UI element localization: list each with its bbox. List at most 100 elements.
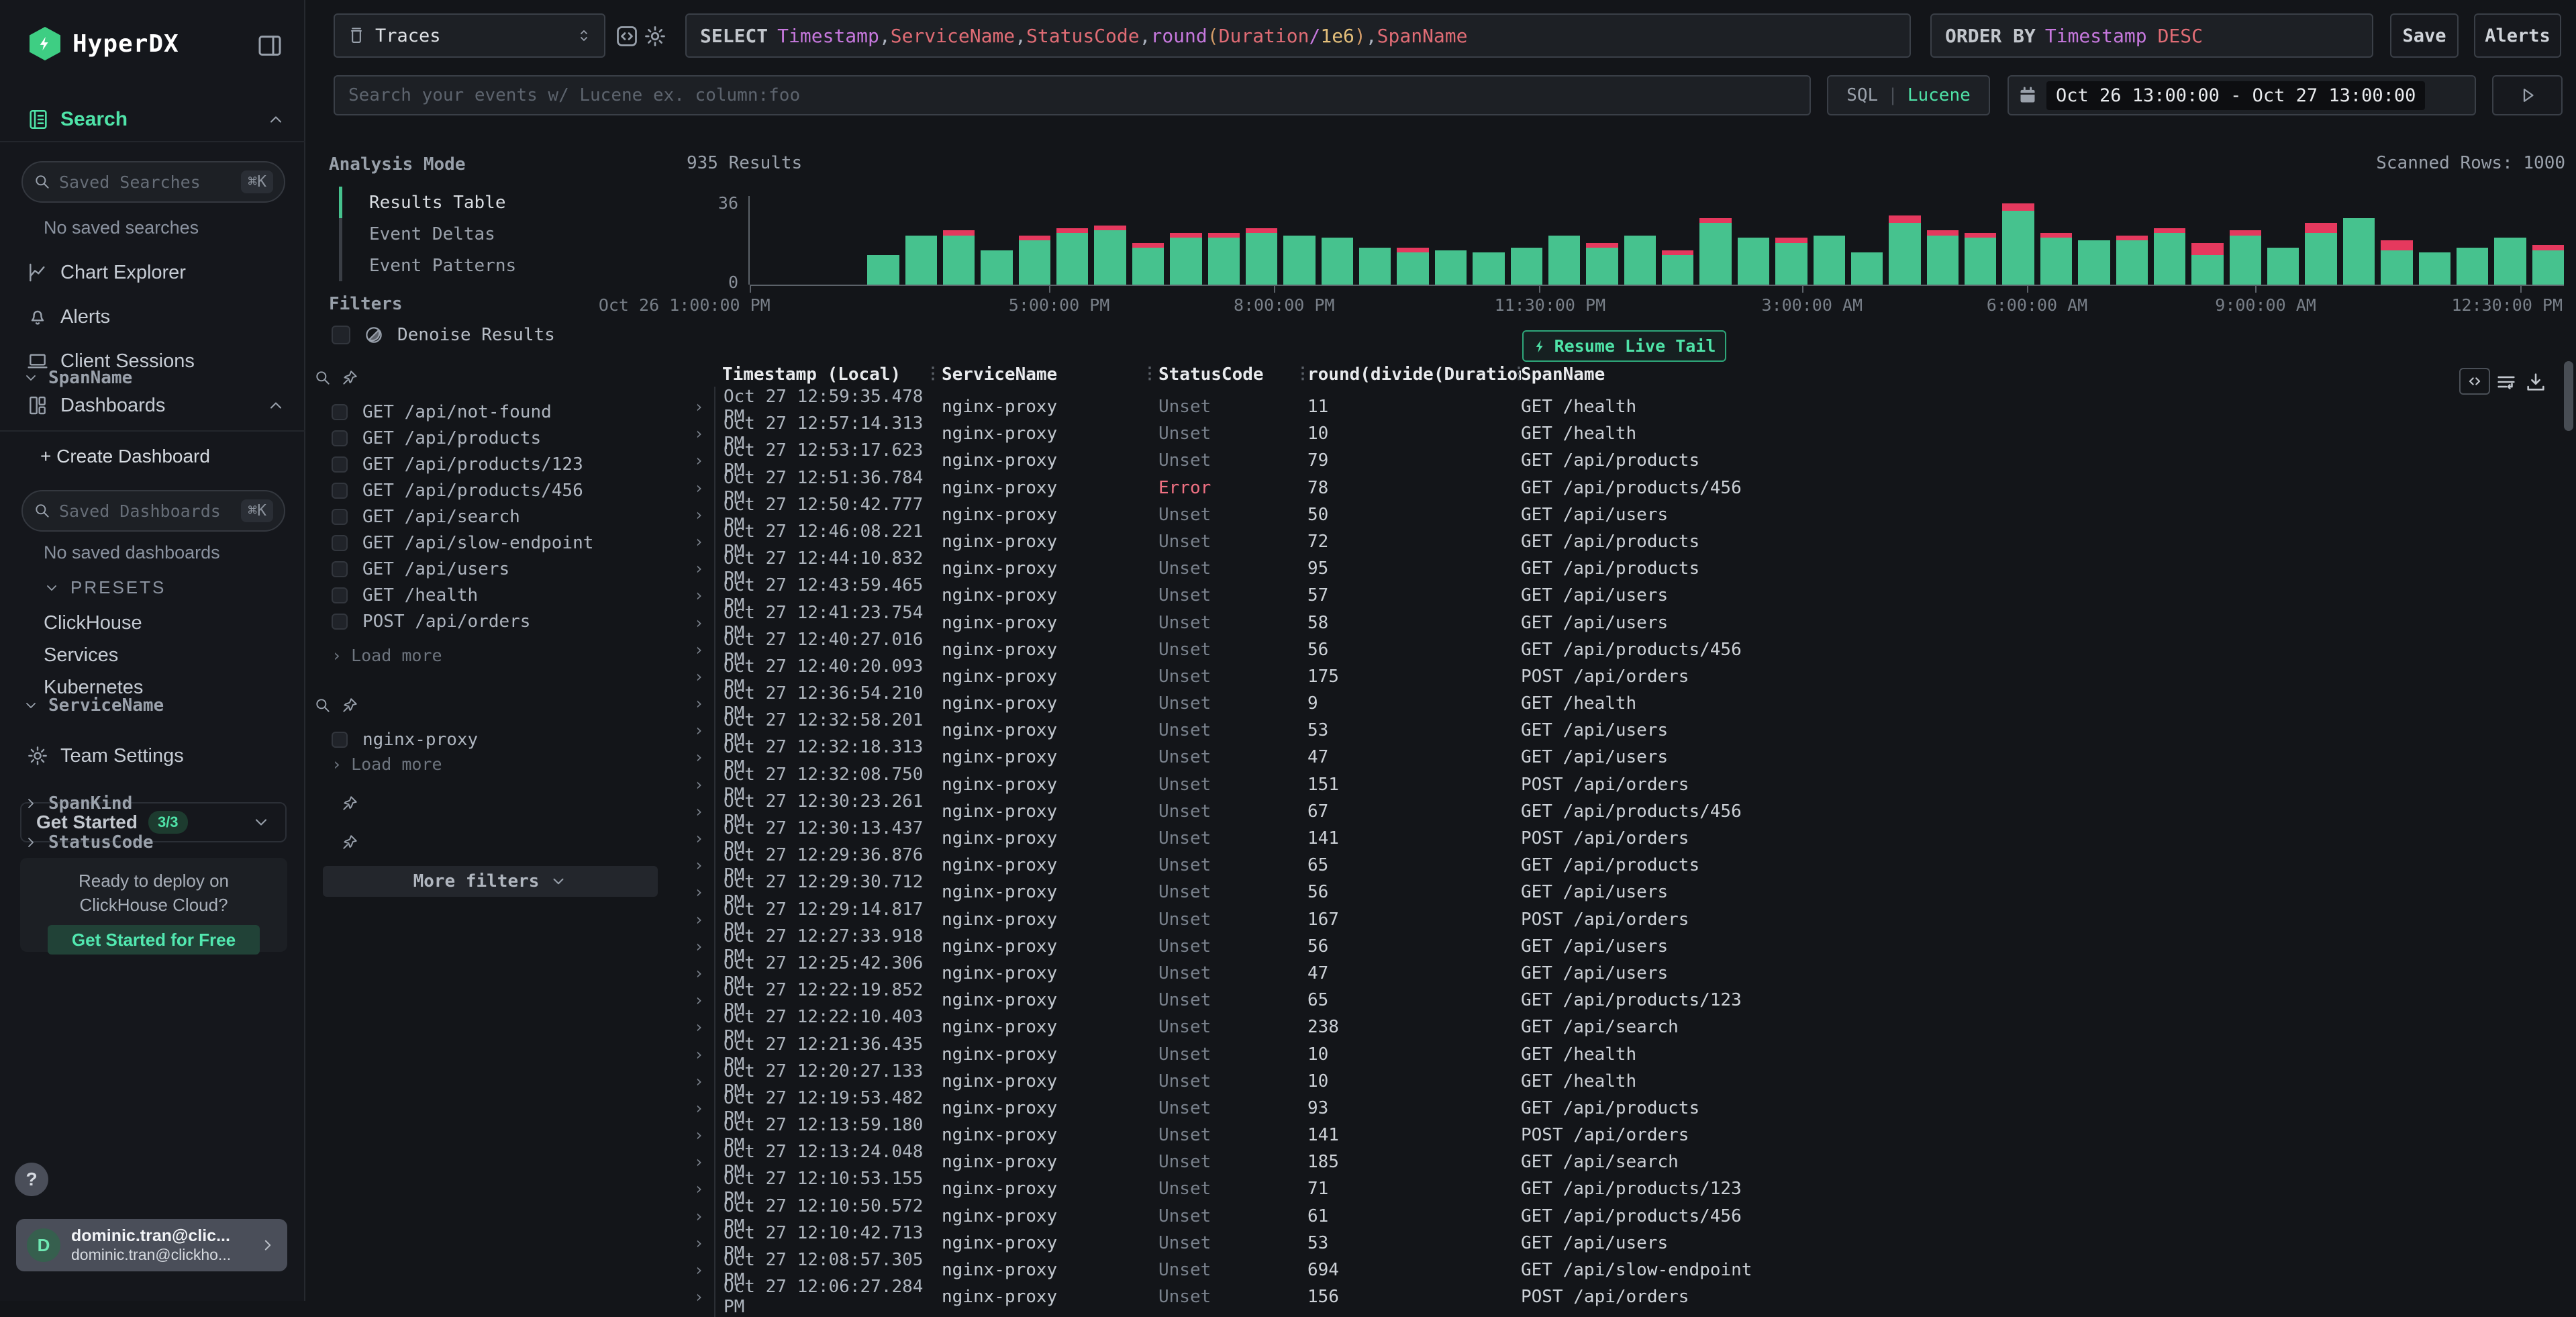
table-row[interactable]: › Oct 27 12:19:53.482 PM nginx-proxy Uns… <box>690 1088 2565 1115</box>
row-expand-chevron-icon[interactable]: › <box>690 1179 714 1198</box>
row-expand-chevron-icon[interactable]: › <box>690 1099 714 1118</box>
filter-checkbox-item[interactable]: GET /api/products <box>332 425 667 451</box>
histogram-bar[interactable] <box>2267 248 2299 285</box>
row-expand-chevron-icon[interactable]: › <box>690 883 714 901</box>
filter-checkbox-item[interactable]: POST /api/orders <box>332 608 667 634</box>
table-row[interactable]: › Oct 27 12:08:57.305 PM nginx-proxy Uns… <box>690 1250 2565 1277</box>
filter-group-spankind[interactable]: SpanKind <box>23 793 358 814</box>
histogram-bar[interactable] <box>2494 238 2526 285</box>
presets-section-toggle[interactable]: PRESETS <box>44 577 166 598</box>
row-expand-chevron-icon[interactable]: › <box>690 937 714 956</box>
table-row[interactable]: › Oct 27 12:06:27.284 PM nginx-proxy Uns… <box>690 1277 2565 1304</box>
table-row[interactable]: › Oct 27 12:46:08.221 PM nginx-proxy Uns… <box>690 522 2565 548</box>
histogram-bar[interactable] <box>905 236 937 285</box>
collapse-sidebar-icon[interactable] <box>256 32 283 59</box>
table-row[interactable]: › Oct 27 12:40:20.093 PM nginx-proxy Uns… <box>690 656 2565 683</box>
histogram-bar[interactable] <box>1548 236 1580 285</box>
more-filters-button[interactable]: More filters <box>323 866 658 897</box>
search-icon[interactable] <box>314 697 332 714</box>
histogram-bar[interactable] <box>1738 238 1769 285</box>
table-row[interactable]: › Oct 27 12:22:10.403 PM nginx-proxy Uns… <box>690 1007 2565 1034</box>
table-row[interactable]: › Oct 27 12:30:13.437 PM nginx-proxy Uns… <box>690 818 2565 845</box>
table-row[interactable]: › Oct 27 12:29:36.876 PM nginx-proxy Uns… <box>690 845 2565 872</box>
saved-searches-search[interactable]: ⌘K <box>21 161 285 203</box>
run-query-button[interactable] <box>2492 75 2563 115</box>
filter-checkbox[interactable] <box>332 587 348 603</box>
row-expand-chevron-icon[interactable]: › <box>690 748 714 767</box>
histogram-bar[interactable] <box>1511 248 1542 285</box>
histogram-bar[interactable] <box>1662 250 1693 285</box>
histogram-bar[interactable] <box>943 230 975 285</box>
denoise-checkbox[interactable] <box>332 326 350 344</box>
histogram-bar[interactable] <box>2381 240 2412 285</box>
row-expand-chevron-icon[interactable]: › <box>690 640 714 659</box>
table-row[interactable]: › Oct 27 12:57:14.313 PM nginx-proxy Uns… <box>690 413 2565 440</box>
table-row[interactable]: › Oct 27 12:10:42.713 PM nginx-proxy Uns… <box>690 1223 2565 1250</box>
table-row[interactable]: › Oct 27 12:51:36.784 PM nginx-proxy Err… <box>690 468 2565 495</box>
table-row[interactable]: › Oct 27 12:10:50.572 PM nginx-proxy Uns… <box>690 1196 2565 1223</box>
row-expand-chevron-icon[interactable]: › <box>690 1287 714 1306</box>
histogram-bar[interactable] <box>1435 250 1467 285</box>
histogram-bar[interactable] <box>2532 245 2564 285</box>
lucene-toggle[interactable]: Lucene <box>1908 85 1971 105</box>
row-expand-chevron-icon[interactable]: › <box>690 694 714 713</box>
histogram-bar[interactable] <box>2116 236 2148 285</box>
column-resize-handle[interactable]: ⋮ <box>1142 364 1158 383</box>
col-statuscode[interactable]: StatusCode <box>1158 364 1307 385</box>
histogram-bar[interactable] <box>2191 243 2223 285</box>
date-range-picker[interactable]: Oct 26 13:00:00 - Oct 27 13:00:00 <box>2008 75 2476 115</box>
filter-checkbox-item[interactable]: GET /health <box>332 582 667 608</box>
query-settings-gear-icon[interactable] <box>643 24 667 48</box>
row-expand-chevron-icon[interactable]: › <box>690 991 714 1010</box>
histogram-bar[interactable] <box>2419 252 2450 285</box>
row-expand-chevron-icon[interactable]: › <box>690 829 714 848</box>
histogram-bar[interactable] <box>1775 238 1807 285</box>
histogram-bar[interactable] <box>1965 233 1996 285</box>
denoise-results-option[interactable]: Denoise Results <box>332 325 555 345</box>
code-editor-icon[interactable] <box>615 24 639 48</box>
filter-checkbox-item[interactable]: GET /api/slow-endpoint <box>332 530 667 556</box>
table-row[interactable]: › Oct 27 12:29:30.712 PM nginx-proxy Uns… <box>690 872 2565 899</box>
filter-checkbox-item[interactable]: nginx-proxy <box>332 726 667 752</box>
table-row[interactable]: › Oct 27 12:32:08.750 PM nginx-proxy Uns… <box>690 765 2565 791</box>
row-expand-chevron-icon[interactable]: › <box>690 1045 714 1064</box>
save-button[interactable]: Save <box>2390 13 2459 58</box>
table-row[interactable]: › Oct 27 12:13:24.048 PM nginx-proxy Uns… <box>690 1142 2565 1169</box>
filter-checkbox[interactable] <box>332 430 348 446</box>
filter-checkbox[interactable] <box>332 614 348 630</box>
histogram-bar[interactable] <box>1246 228 1277 285</box>
histogram-bar[interactable] <box>2154 228 2185 285</box>
row-expand-chevron-icon[interactable]: › <box>690 1018 714 1036</box>
histogram-bar[interactable] <box>1132 243 1164 285</box>
row-expand-chevron-icon[interactable]: › <box>690 1261 714 1279</box>
row-expand-chevron-icon[interactable]: › <box>690 1072 714 1091</box>
saved-dashboards-input[interactable] <box>59 501 233 521</box>
sidebar-item-dashboards[interactable]: Dashboards <box>0 387 305 424</box>
filter-checkbox[interactable] <box>332 535 348 551</box>
histogram-bar[interactable] <box>1397 248 1428 285</box>
row-expand-chevron-icon[interactable]: › <box>690 856 714 875</box>
filter-checkbox[interactable] <box>332 483 348 499</box>
histogram-bar[interactable] <box>867 255 899 285</box>
histogram-bar[interactable] <box>1056 228 1088 285</box>
events-histogram[interactable]: Oct 26 1:00:00 PM5:00:00 PM8:00:00 PM11:… <box>748 196 2564 285</box>
row-expand-chevron-icon[interactable]: › <box>690 1234 714 1253</box>
row-expand-chevron-icon[interactable]: › <box>690 532 714 551</box>
histogram-bar[interactable] <box>2040 233 2072 285</box>
histogram-bar[interactable] <box>1586 243 1618 285</box>
table-row[interactable]: › Oct 27 12:40:27.016 PM nginx-proxy Uns… <box>690 630 2565 656</box>
histogram-bar[interactable] <box>1624 236 1656 285</box>
pin-icon[interactable] <box>341 369 358 387</box>
table-row[interactable]: › Oct 27 12:25:42.306 PM nginx-proxy Uns… <box>690 953 2565 980</box>
histogram-bar[interactable] <box>1359 248 1391 285</box>
servicename-load-more[interactable]: › Load more <box>332 754 442 774</box>
sidebar-item-team-settings[interactable]: Team Settings <box>0 737 305 775</box>
col-servicename[interactable]: ServiceName <box>942 364 1158 385</box>
histogram-bar[interactable] <box>1208 233 1240 285</box>
table-row[interactable]: › Oct 27 12:50:42.777 PM nginx-proxy Uns… <box>690 495 2565 522</box>
row-expand-chevron-icon[interactable]: › <box>690 451 714 470</box>
row-expand-chevron-icon[interactable]: › <box>690 586 714 605</box>
create-dashboard-button[interactable]: + Create Dashboard <box>40 446 210 467</box>
chevron-up-icon[interactable] <box>266 396 285 415</box>
histogram-bar[interactable] <box>1927 230 1959 285</box>
